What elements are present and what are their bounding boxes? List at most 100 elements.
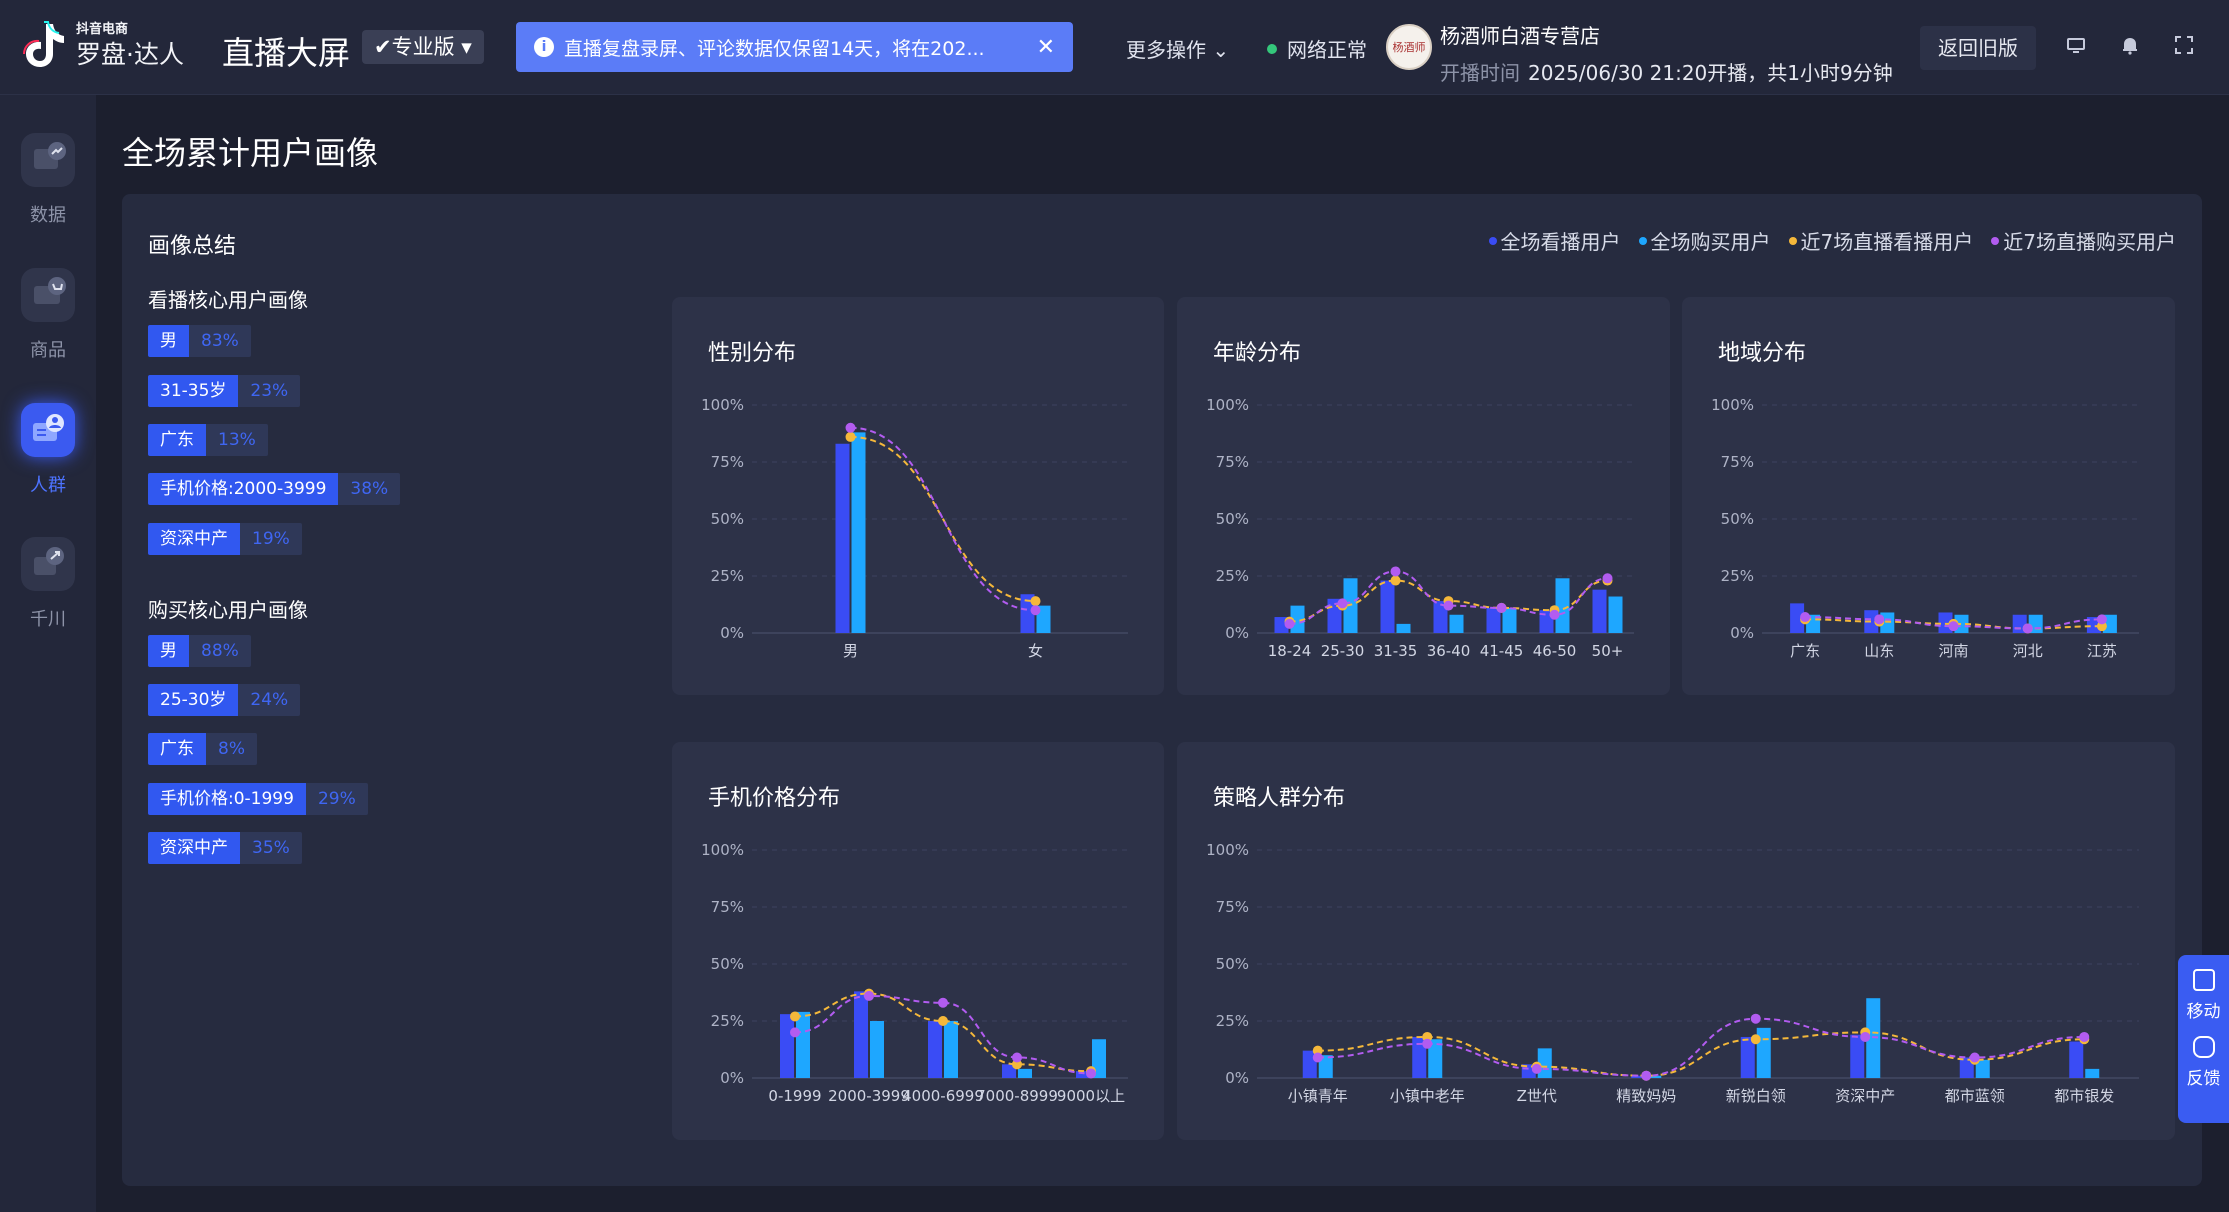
chevron-down-icon: ⌄ [1212, 38, 1230, 62]
legend-item-recent-watch[interactable]: 近7场直播看播用户 [1788, 226, 1974, 255]
legend-item-recent-buy[interactable]: 近7场直播购买用户 [1991, 226, 2176, 255]
tiktok-logo-icon [22, 20, 66, 70]
legend-label-recent-watch: 近7场直播看播用户 [1800, 230, 1974, 254]
x-tick-label: 46-50 [1533, 642, 1577, 660]
point-recent-buy [1443, 600, 1454, 611]
region-chart: 100% 75% 50% 25% 0% 广东 山东 河南 河北 江苏 [1711, 396, 2139, 660]
top-bar: 抖音电商 罗盘·达人 直播大屏 ✔专业版 ▾ i 直播复盘录屏、评论数据仅保留1… [0, 0, 2229, 95]
point-recent-buy [1284, 618, 1295, 629]
y-tick-label: 0% [720, 1069, 744, 1087]
point-recent-buy [1312, 1052, 1323, 1063]
point-recent-watch [1030, 596, 1041, 607]
x-tick-label: 新锐白领 [1726, 1087, 1786, 1105]
point-recent-buy [845, 422, 856, 433]
point-recent-buy [1337, 598, 1348, 609]
legend-dot-icon [1788, 236, 1797, 245]
point-recent-buy [2096, 614, 2107, 625]
side-nav: 数据 商品 人群 千川 [0, 95, 96, 1212]
x-tick-label: 河北 [2013, 642, 2043, 660]
bar-watch [780, 1014, 794, 1078]
point-recent-buy [1390, 566, 1401, 577]
edition-dropdown[interactable]: ✔专业版 ▾ [362, 30, 484, 64]
point-recent-buy [1860, 1031, 1871, 1042]
nav-item-qianchuan[interactable]: 千川 [0, 537, 96, 631]
bar-watch [835, 443, 850, 633]
tag-value: 19% [240, 523, 302, 555]
y-tick-label: 100% [1711, 396, 1754, 414]
point-recent-buy [1969, 1052, 1980, 1063]
x-tick-label: 广东 [1790, 642, 1820, 660]
mobile-button[interactable]: 移动 [2178, 969, 2229, 1022]
point-recent-buy [864, 990, 874, 1001]
tag-key: 资深中产 [148, 832, 240, 864]
point-recent-watch [845, 431, 856, 442]
y-tick-label: 75% [1721, 453, 1754, 471]
legend-item-buy[interactable]: 全场购买用户 [1638, 226, 1771, 255]
point-recent-watch [1750, 1034, 1761, 1045]
y-tick-label: 25% [711, 567, 744, 585]
bar-watch [1850, 1034, 1865, 1078]
buy-tag: 手机价格:0-1999 29% [148, 783, 368, 815]
feedback-button[interactable]: 反馈 [2178, 1036, 2229, 1089]
point-recent-buy [938, 997, 948, 1008]
close-icon[interactable]: ✕ [1037, 35, 1055, 60]
bar-buy [851, 432, 866, 633]
legend-item-watch[interactable]: 全场看播用户 [1488, 226, 1621, 255]
point-recent-buy [1641, 1070, 1652, 1081]
gender-chart: 100% 75% 50% 25% 0% 男 女 [701, 396, 1128, 660]
tag-key: 手机价格:2000-3999 [148, 473, 339, 505]
point-recent-buy [1086, 1068, 1096, 1079]
tag-value: 13% [206, 424, 268, 456]
nav-item-audience[interactable]: 人群 [0, 403, 96, 497]
x-tick-label: 4000-6999 [902, 1087, 984, 1105]
x-tick-label: 女 [1028, 642, 1043, 660]
start-time-value: 2025/06/30 21:20开播，共1小时9分钟 [1528, 61, 1893, 85]
edition-label: 专业版 [391, 35, 455, 59]
fullscreen-icon[interactable] [2172, 34, 2196, 58]
bar-watch [928, 1021, 942, 1078]
point-recent-watch [790, 1011, 800, 1022]
point-recent-buy [1800, 612, 1811, 623]
bar-buy [1555, 578, 1570, 633]
nav-label-data: 数据 [30, 205, 66, 226]
age-chart-card: 年龄分布 100% 75% 50% 25% 0% 18-24 25-30 31-35 36-40… [1177, 297, 1670, 695]
age-chart: 100% 75% 50% 25% 0% 18-24 25-30 31-35 36-40 41-45… [1206, 396, 1634, 660]
x-tick-label: 资深中产 [1835, 1087, 1895, 1105]
x-tick-label: 小镇中老年 [1390, 1087, 1465, 1105]
feedback-icon [2192, 1036, 2215, 1058]
info-icon: i [534, 37, 554, 57]
bell-icon[interactable] [2118, 34, 2142, 58]
logo-subtitle: 抖音电商 [76, 22, 129, 37]
chart-legend: 全场看播用户 全场购买用户 近7场直播看播用户 近7场直播购买用户 [1471, 226, 2176, 255]
y-tick-label: 0% [1225, 624, 1249, 642]
bar-buy [1608, 596, 1623, 633]
more-operations-label: 更多操作 [1126, 38, 1206, 62]
y-tick-label: 75% [711, 898, 744, 916]
x-tick-label: 7000-8999 [976, 1087, 1058, 1105]
monitor-icon[interactable] [2064, 34, 2088, 58]
x-tick-label: 41-45 [1480, 642, 1524, 660]
y-tick-label: 50% [1721, 510, 1754, 528]
more-operations-dropdown[interactable]: 更多操作 ⌄ [1126, 34, 1229, 63]
buy-tag: 广东 8% [148, 733, 257, 765]
logo[interactable]: 抖音电商 罗盘·达人 [22, 20, 184, 70]
nav-item-goods[interactable]: 商品 [0, 268, 96, 362]
y-tick-label: 100% [1206, 396, 1249, 414]
y-tick-label: 25% [1216, 567, 1249, 585]
y-tick-label: 75% [711, 453, 744, 471]
tag-key: 男 [148, 325, 189, 357]
point-recent-watch [938, 1016, 948, 1026]
nav-label-qianchuan: 千川 [30, 609, 66, 630]
verified-icon: ✔ [374, 35, 392, 59]
buy-tag: 资深中产 35% [148, 832, 302, 864]
tag-key: 男 [148, 635, 189, 667]
phone-price-chart: 100% 75% 50% 25% 0% 0-1999 2000-39994000-69997… [701, 841, 1128, 1105]
y-tick-label: 25% [1721, 567, 1754, 585]
store-avatar[interactable]: 杨酒师 [1386, 24, 1432, 70]
nav-item-data[interactable]: 数据 [0, 133, 96, 227]
back-to-old-version-button[interactable]: 返回旧版 [1920, 26, 2036, 70]
logo-title: 罗盘·达人 [76, 40, 184, 69]
legend-label-buy: 全场购买用户 [1650, 230, 1771, 254]
bar-buy [2085, 1068, 2100, 1078]
nav-label-audience: 人群 [30, 475, 66, 496]
